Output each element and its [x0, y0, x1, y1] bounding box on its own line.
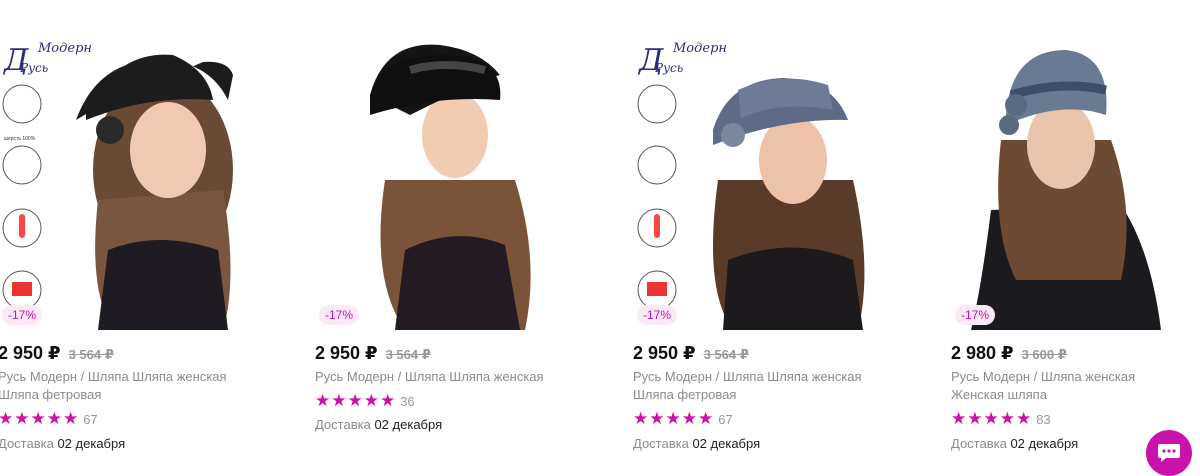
svg-text:Русь: Русь — [654, 61, 683, 75]
delivery-info: Доставка 02 декабря — [0, 436, 125, 451]
delivery-label: Доставка — [0, 436, 54, 451]
old-price: 3 564 ₽ — [703, 347, 749, 362]
old-price: 3 564 ₽ — [68, 347, 114, 362]
chat-button[interactable] — [1146, 430, 1192, 476]
product-title[interactable]: Русь Модерн / Шляпа Шляпа женская — [315, 368, 575, 386]
delivery-label: Доставка — [951, 436, 1007, 451]
old-price: 3 600 ₽ — [1021, 347, 1067, 362]
product-image[interactable]: -17% — [951, 0, 1200, 330]
svg-text:Модерн: Модерн — [37, 41, 92, 56]
product-title[interactable]: Русь Модерн / Шляпа женская Женская шляп… — [951, 368, 1200, 404]
price-row: 2 950 ₽ 3 564 ₽ — [633, 343, 749, 364]
title-line: Шляпа фетровая — [633, 387, 737, 402]
delivery-label: Доставка — [315, 417, 371, 432]
svg-text:Модерн: Модерн — [672, 41, 727, 56]
delivery-date: 02 декабря — [374, 417, 443, 432]
title-line: Женская шляпа — [951, 387, 1047, 402]
product-card[interactable]: Д Модерн Русь -17% 2 950 ₽ 3 564 ₽ Русь М… — [633, 0, 933, 472]
price: 2 980 ₽ — [951, 343, 1014, 363]
svg-text:Русь: Русь — [19, 61, 48, 75]
discount-badge: -17% — [319, 305, 360, 325]
discount-badge: -17% — [955, 305, 996, 325]
price-row: 2 980 ₽ 3 600 ₽ — [951, 343, 1067, 364]
product-image[interactable]: -17% — [315, 0, 615, 330]
product-title[interactable]: Русь Модерн / Шляпа Шляпа женская Шляпа … — [633, 368, 893, 404]
title-line: Шляпа фетровая — [0, 387, 102, 402]
delivery-info: Доставка 02 декабря — [633, 436, 760, 451]
delivery-date: 02 декабря — [1010, 436, 1079, 451]
product-card[interactable]: Д Модерн Русь шерсть 100% -17% 2 950 ₽ 3 … — [0, 0, 298, 472]
discount-badge: -17% — [2, 305, 43, 325]
product-card[interactable]: -17% 2 980 ₽ 3 600 ₽ Русь Модерн / Шляпа … — [951, 0, 1200, 472]
price: 2 950 ₽ — [633, 343, 696, 363]
title-line: Русь Модерн / Шляпа Шляпа женская — [315, 369, 544, 384]
chat-icon — [1158, 444, 1180, 462]
star-icon: ★★★★★ — [0, 409, 80, 428]
svg-text:шерсть 100%: шерсть 100% — [4, 136, 36, 142]
rating-count: 83 — [1036, 412, 1051, 427]
price-row: 2 950 ₽ 3 564 ₽ — [0, 343, 114, 364]
price: 2 950 ₽ — [315, 343, 378, 363]
rating-count: 36 — [400, 394, 415, 409]
title-line: Русь Модерн / Шляпа Шляпа женская — [0, 369, 227, 384]
price-row: 2 950 ₽ 3 564 ₽ — [315, 343, 431, 364]
product-image[interactable]: Д Модерн Русь -17% — [633, 0, 933, 330]
delivery-info: Доставка 02 декабря — [315, 417, 442, 432]
rating-count: 67 — [83, 412, 98, 427]
product-card[interactable]: -17% 2 950 ₽ 3 564 ₽ Русь Модерн / Шляпа … — [315, 0, 615, 472]
rating: ★★★★★ 36 — [315, 391, 415, 411]
product-image[interactable]: Д Модерн Русь шерсть 100% -17% — [0, 0, 298, 330]
title-line: Русь Модерн / Шляпа женская — [951, 369, 1136, 384]
discount-badge: -17% — [637, 305, 678, 325]
rating-count: 67 — [718, 412, 733, 427]
star-icon: ★★★★★ — [633, 409, 715, 428]
old-price: 3 564 ₽ — [385, 347, 431, 362]
title-line: Русь Модерн / Шляпа Шляпа женская — [633, 369, 862, 384]
delivery-label: Доставка — [633, 436, 689, 451]
star-icon: ★★★★★ — [315, 391, 397, 410]
product-title[interactable]: Русь Модерн / Шляпа Шляпа женская Шляпа … — [0, 368, 258, 404]
delivery-date: 02 декабря — [692, 436, 761, 451]
rating: ★★★★★ 83 — [951, 409, 1051, 429]
delivery-info: Доставка 02 декабря — [951, 436, 1078, 451]
star-icon: ★★★★★ — [951, 409, 1033, 428]
rating: ★★★★★ 67 — [633, 409, 733, 429]
rating: ★★★★★ 67 — [0, 409, 98, 429]
delivery-date: 02 декабря — [57, 436, 126, 451]
price: 2 950 ₽ — [0, 343, 61, 363]
